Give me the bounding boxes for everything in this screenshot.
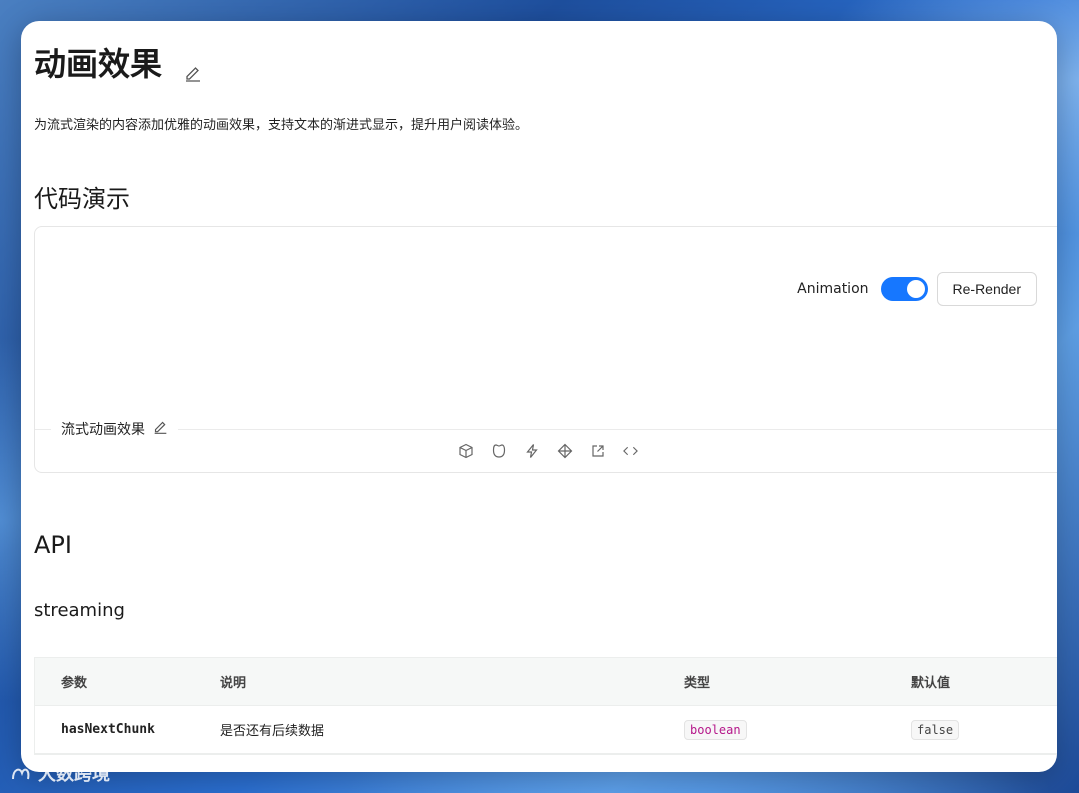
default-tag: false	[911, 719, 960, 740]
table-row: hasNextChunk 是否还有后续数据 boolean false	[35, 706, 1057, 754]
page-title-text: 动画效果	[34, 45, 163, 83]
table-header: 参数 说明 类型 默认值	[35, 658, 1057, 706]
column-header: 类型	[684, 676, 711, 691]
caption-edit-icon[interactable]	[153, 420, 168, 439]
animation-toggle[interactable]	[880, 277, 928, 301]
demo-controls: Animation Re-Render	[797, 272, 1037, 306]
section-title-demo: 代码演示	[34, 185, 130, 213]
api-table: 参数 说明 类型 默认值 hasNextChunk 是否还有后续数据 boole…	[34, 657, 1057, 755]
external-link-icon[interactable]	[589, 442, 606, 459]
edit-icon[interactable]	[184, 53, 202, 82]
toggle-knob	[906, 280, 925, 298]
demo-preview-box: Animation Re-Render 流式动画效果	[34, 226, 1057, 473]
code-icon[interactable]	[622, 442, 639, 459]
watermark-text: 大数跨境	[38, 764, 110, 785]
watermark-icon	[12, 768, 30, 780]
column-header: 说明	[220, 676, 247, 691]
page-title: 动画效果	[34, 39, 202, 85]
api-subtitle: streaming	[34, 600, 125, 621]
demo-action-icons	[457, 442, 639, 459]
codepen-icon[interactable]	[490, 442, 507, 459]
stackblitz-icon[interactable]	[523, 442, 540, 459]
code-sandbox-alt-icon[interactable]	[556, 442, 573, 459]
page-description: 为流式渲染的内容添加优雅的动画效果，支持文本的渐进式显示，提升用户阅读体验。	[34, 118, 529, 133]
rerender-button[interactable]: Re-Render	[936, 272, 1037, 306]
param-name: hasNextChunk	[61, 722, 155, 737]
param-description: 是否还有后续数据	[220, 724, 325, 739]
section-title-api: API	[34, 531, 72, 559]
column-header: 默认值	[911, 676, 951, 691]
type-tag: boolean	[684, 719, 747, 740]
animation-label: Animation	[797, 281, 869, 297]
column-header: 参数	[61, 676, 88, 691]
demo-caption-text: 流式动画效果	[61, 422, 145, 438]
watermark-logo: 大数跨境	[10, 760, 110, 786]
demo-divider	[35, 429, 1057, 430]
demo-caption: 流式动画效果	[51, 419, 178, 439]
docs-window: 动画效果 为流式渲染的内容添加优雅的动画效果，支持文本的渐进式显示，提升用户阅读…	[21, 21, 1057, 772]
codesandbox-icon[interactable]	[457, 442, 474, 459]
